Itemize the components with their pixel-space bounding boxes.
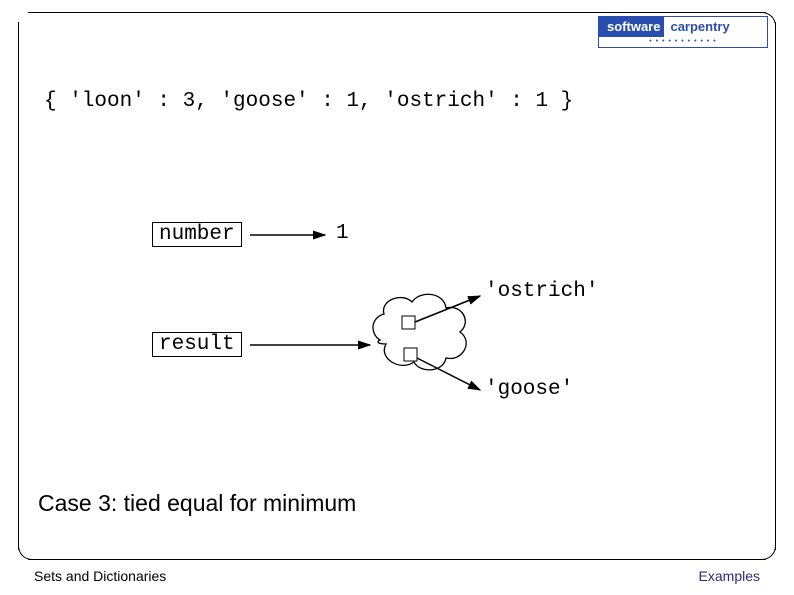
value-goose: 'goose' [485,378,573,401]
software-carpentry-logo: software carpentry • • • • • • • • • • • [598,16,768,48]
value-1: 1 [336,222,349,245]
slide: software carpentry • • • • • • • • • • •… [0,0,794,595]
logo-text-left: software [599,17,664,37]
slide-caption: Case 3: tied equal for minimum [38,490,356,517]
code-line: { 'loon' : 3, 'goose' : 1, 'ostrich' : 1… [44,90,573,113]
footer-right: Examples [699,568,760,584]
value-ostrich: 'ostrich' [485,280,598,303]
var-box-number: number [152,222,242,247]
var-box-result: result [152,332,242,357]
logo-subline: • • • • • • • • • • • [599,37,767,47]
footer-left: Sets and Dictionaries [34,568,166,584]
logo-text-right: carpentry [664,17,767,37]
